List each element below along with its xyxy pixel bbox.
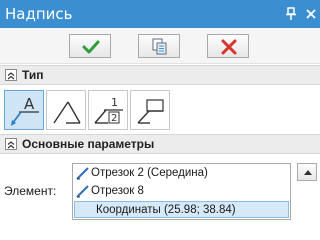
pin-icon[interactable] (283, 6, 299, 22)
collapse-chevron-icon[interactable] (5, 69, 17, 81)
svg-text:1: 1 (111, 96, 118, 109)
list-item-label: Отрезок 2 (Середина) (91, 167, 208, 179)
list-item-label: Отрезок 8 (91, 185, 144, 197)
x-cancel-icon (221, 39, 237, 55)
action-bar (0, 28, 320, 64)
tool-fraction-leader[interactable]: 1 2 (88, 90, 128, 130)
close-icon[interactable] (303, 6, 319, 22)
window-title: Надпись (5, 5, 73, 23)
chevron-up-icon (304, 170, 312, 175)
type-tools: A 1 2 (0, 86, 320, 133)
element-label: Элемент: (4, 184, 57, 198)
tool-leader-text[interactable]: A (4, 90, 44, 130)
tool-angle-leader[interactable] (46, 90, 86, 130)
copy-button[interactable] (138, 34, 180, 58)
list-item[interactable]: Отрезок 8 (74, 183, 289, 200)
svg-text:A: A (24, 95, 35, 113)
tool-box-leader[interactable] (130, 90, 170, 130)
section-type-label: Тип (22, 68, 44, 82)
section-main-params-label: Основные параметры (22, 137, 155, 151)
line-segment-icon (76, 167, 89, 180)
list-item-label: Координаты (25.98; 38.84) (96, 204, 236, 216)
leader-text-icon: A (11, 95, 39, 126)
copy-document-icon (152, 38, 167, 55)
cancel-button[interactable] (207, 34, 249, 58)
svg-text:2: 2 (111, 113, 117, 124)
box-leader-icon (137, 99, 164, 124)
checkmark-icon (82, 40, 100, 54)
fraction-leader-icon: 1 2 (94, 96, 123, 124)
collapse-chevron-icon[interactable] (5, 138, 17, 150)
ok-button[interactable] (69, 34, 111, 58)
section-main-params-header[interactable]: Основные параметры (0, 134, 320, 154)
angle-leader-icon (53, 101, 81, 124)
element-list[interactable]: Отрезок 2 (Середина) Отрезок 8 Координат… (72, 163, 291, 220)
list-item-selected[interactable]: Координаты (25.98; 38.84) (74, 201, 289, 218)
title-bar: Надпись (0, 0, 320, 28)
list-item[interactable]: Отрезок 2 (Середина) (74, 165, 289, 182)
scroll-up-button[interactable] (297, 163, 317, 181)
section-type-header[interactable]: Тип (0, 65, 320, 85)
line-segment-icon (76, 185, 89, 198)
